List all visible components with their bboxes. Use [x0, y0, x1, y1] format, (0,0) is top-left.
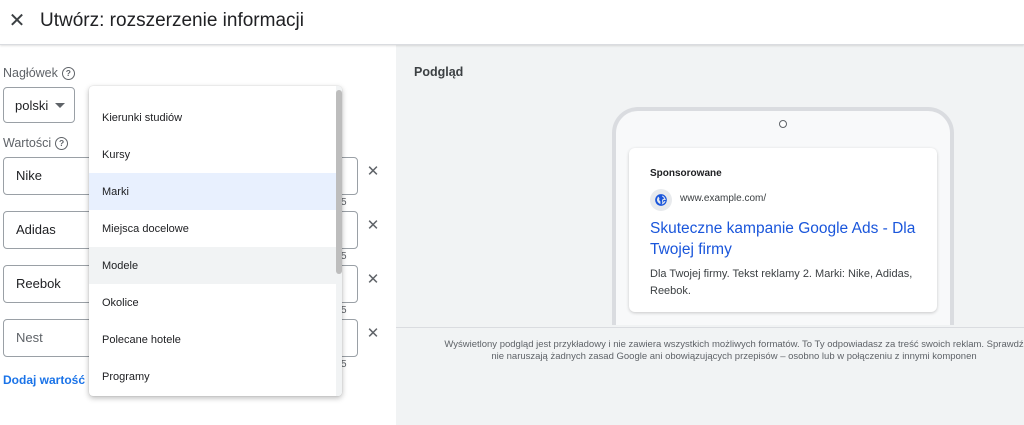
remove-value-icon[interactable]: ✕ [366, 162, 380, 180]
remove-value-icon[interactable]: ✕ [366, 216, 380, 234]
dropdown-option[interactable]: Polecane hotele [89, 321, 336, 358]
category-dropdown: Kierunki studiów Kursy Marki Miejsca doc… [89, 86, 342, 396]
globe-icon [650, 189, 672, 211]
dropdown-option-hovered[interactable]: Modele [89, 247, 336, 284]
preview-title: Podgląd [414, 65, 464, 79]
preview-panel: Podgląd Sponsorowane www.example.com/ Sk… [396, 45, 1024, 425]
values-label-row: Wartości ? [3, 136, 69, 150]
dropdown-option[interactable]: Kierunki studiów [89, 99, 336, 136]
ad-description: Dla Twojej firmy. Tekst reklamy 2. Marki… [650, 268, 913, 297]
header-label: Nagłówek [3, 66, 58, 80]
remove-value-icon[interactable]: ✕ [366, 324, 380, 342]
ad-headline[interactable]: Skuteczne kampanie Google Ads - Dla Twoj… [650, 218, 930, 260]
language-select-value: polski [15, 97, 49, 113]
header-label-row: Nagłówek ? [3, 66, 75, 80]
ad-preview-card: Sponsorowane www.example.com/ Skuteczne … [629, 148, 937, 312]
page-title: Utwórz: rozszerzenie informacji [40, 10, 304, 31]
dropdown-option[interactable]: Miejsca docelowe [89, 210, 336, 247]
camera-icon [779, 120, 787, 128]
scrollbar-thumb[interactable] [336, 90, 342, 274]
dropdown-option[interactable]: Programy [89, 358, 336, 395]
add-value-link[interactable]: Dodaj wartość [3, 373, 85, 387]
help-icon[interactable]: ? [61, 66, 75, 80]
remove-value-icon[interactable]: ✕ [366, 270, 380, 288]
sponsored-label: Sponsorowane [650, 168, 722, 179]
dropdown-option[interactable]: Kursy [89, 136, 336, 173]
close-icon[interactable]: ✕ [6, 9, 28, 32]
values-label: Wartości [3, 136, 52, 150]
disclaimer-area: Wyświetlony podgląd jest przykładowy i n… [396, 327, 1024, 425]
disclaimer-text: Wyświetlony podgląd jest przykładowy i n… [414, 339, 1024, 363]
phone-frame: Sponsorowane www.example.com/ Skuteczne … [612, 107, 954, 325]
dropdown-option-selected[interactable]: Marki [89, 173, 336, 210]
chevron-down-icon [55, 103, 65, 108]
dropdown-option[interactable]: Okolice [89, 284, 336, 321]
disclaimer-line-2: nie naruszają żadnych zasad Google ani o… [491, 351, 977, 362]
disclaimer-line-1: Wyświetlony podgląd jest przykładowy i n… [444, 339, 1024, 350]
help-icon[interactable]: ? [55, 136, 69, 150]
ad-url: www.example.com/ [680, 193, 767, 204]
top-bar: ✕ Utwórz: rozszerzenie informacji [0, 0, 1024, 45]
dropdown-scrollbar[interactable] [336, 86, 342, 396]
language-select[interactable]: polski [3, 87, 75, 123]
